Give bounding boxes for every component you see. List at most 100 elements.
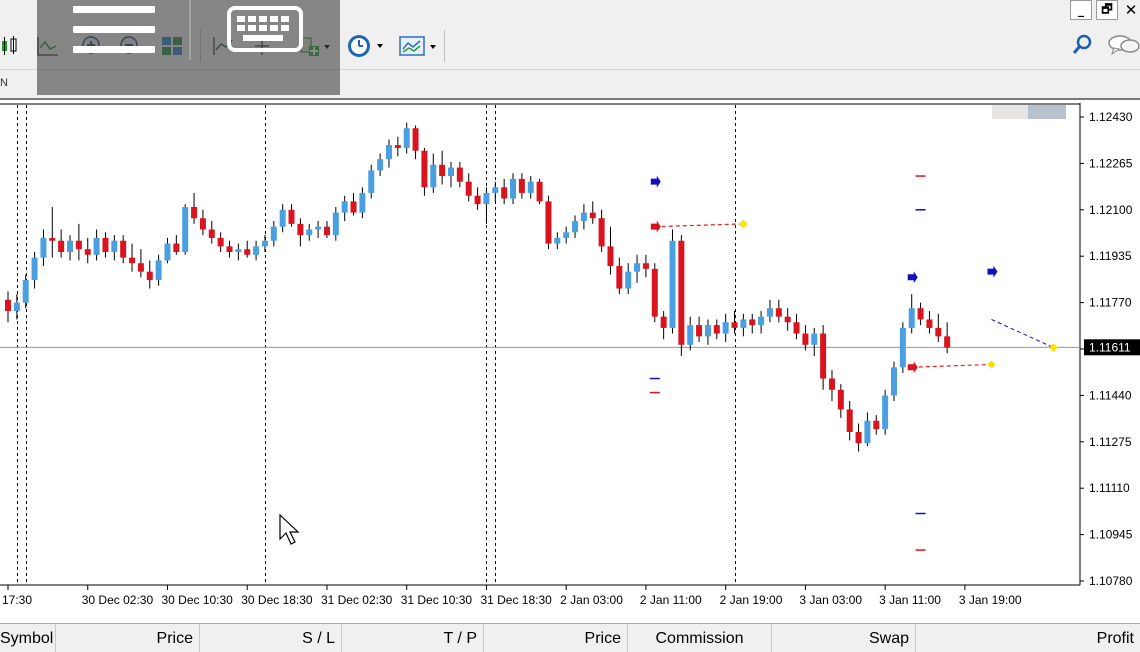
bearish-candle [731, 322, 738, 328]
bullish-candle [315, 226, 322, 230]
column-commission[interactable]: Commission [628, 624, 772, 652]
time-tick-label: 2 Jan 03:00 [560, 593, 623, 607]
bullish-candle [261, 240, 268, 247]
keyboard-icon[interactable] [227, 6, 303, 52]
time-tick-label: 17:30 [2, 593, 32, 607]
bullish-candle [625, 271, 632, 289]
bullish-candle [704, 325, 711, 337]
templates-icon[interactable] [398, 32, 440, 60]
bullish-candle [527, 181, 534, 193]
candlestick-icon[interactable] [0, 32, 24, 60]
bearish-candle [226, 246, 233, 252]
price-tick-label: 1.12100 [1089, 203, 1133, 217]
bearish-candle [793, 322, 800, 334]
column-price[interactable]: Price [56, 624, 200, 652]
bearish-candle [873, 420, 880, 430]
bullish-candle [270, 226, 277, 241]
bullish-candle [341, 201, 348, 213]
bearish-candle [749, 319, 756, 326]
minimize-button[interactable]: _ [1070, 0, 1092, 20]
bullish-candle [31, 257, 38, 281]
restore-button[interactable]: 🗗 [1096, 0, 1118, 20]
bullish-candle [306, 229, 313, 236]
price-tick-label: 1.11275 [1089, 435, 1132, 449]
bullish-candle [235, 249, 242, 252]
bearish-candle [784, 316, 791, 323]
bearish-candle [660, 316, 667, 328]
chart-watermark [992, 105, 1028, 119]
bearish-candle [837, 389, 844, 410]
bullish-candle [164, 243, 171, 261]
bearish-candle [137, 263, 144, 272]
column-take-profit[interactable]: T / P [342, 624, 484, 652]
column-symbol[interactable]: Symbol [0, 624, 56, 652]
bullish-candle [572, 221, 579, 233]
bullish-candle [669, 240, 676, 328]
bearish-candle [84, 249, 91, 255]
bearish-candle [518, 178, 525, 193]
bullish-candle [492, 187, 499, 193]
bullish-candle [182, 206, 189, 252]
chat-icon[interactable] [1106, 31, 1140, 59]
bearish-candle [616, 266, 623, 289]
bearish-candle [244, 249, 251, 255]
bullish-candle [155, 260, 162, 281]
touch-overlay [37, 0, 340, 95]
bullish-candle [722, 322, 729, 334]
terminal-trade-header: Symbol Price S / L T / P Price Commissio… [0, 623, 1140, 652]
bearish-candle [855, 431, 862, 444]
bullish-candle [111, 240, 118, 252]
bearish-candle [678, 240, 685, 345]
time-tick-label: 30 Dec 18:30 [241, 593, 313, 607]
candlestick-chart[interactable]: 1.12430 1.12265 1.12100 1.11935 1.11770 1.114… [0, 103, 1140, 623]
bearish-candle [394, 145, 401, 148]
bearish-candle [651, 268, 658, 317]
bearish-candle [589, 212, 596, 219]
column-stop-loss[interactable]: S / L [200, 624, 342, 652]
bullish-candle [377, 159, 384, 171]
bearish-candle [120, 240, 127, 258]
bullish-candle [766, 308, 773, 317]
time-tick-label: 3 Jan 11:00 [879, 593, 941, 607]
bullish-candle [510, 178, 517, 199]
bearish-candle [944, 336, 951, 348]
bullish-candle [253, 246, 260, 255]
chart-watermark [1028, 105, 1066, 119]
search-icon[interactable] [1070, 31, 1094, 59]
bearish-candle [191, 206, 198, 219]
current-price-label: 1.11611 [1089, 340, 1131, 354]
bullish-candle [891, 367, 897, 396]
bearish-candle [297, 223, 304, 236]
time-tick-label: 31 Dec 02:30 [321, 593, 393, 607]
bullish-candle [22, 280, 29, 303]
bullish-candle [359, 192, 366, 213]
bullish-candle [864, 420, 871, 444]
chart-background [0, 103, 1140, 623]
toolbar-separator [444, 30, 445, 62]
bullish-candle [563, 232, 570, 238]
bearish-candle [217, 237, 224, 247]
bullish-candle [758, 316, 765, 326]
column-current-price[interactable]: Price [484, 624, 628, 652]
bearish-candle [146, 271, 153, 281]
column-swap[interactable]: Swap [772, 624, 916, 652]
row-label: N [0, 77, 8, 89]
close-button[interactable]: ✕ [1122, 0, 1140, 20]
bullish-candle [483, 192, 490, 205]
time-tick-label: 3 Jan 03:00 [799, 593, 862, 607]
bullish-candle [279, 209, 286, 227]
time-tick-label: 31 Dec 10:30 [401, 593, 473, 607]
bearish-candle [536, 181, 543, 202]
menu-icon[interactable] [73, 6, 155, 54]
bearish-candle [802, 333, 809, 345]
bearish-candle [713, 325, 720, 334]
column-profit[interactable]: Profit [916, 624, 1140, 652]
price-chart[interactable]: 1.12430 1.12265 1.12100 1.11935 1.11770 1.114… [0, 103, 1140, 623]
bearish-candle [439, 164, 446, 177]
bullish-candle [332, 212, 339, 236]
clock-icon[interactable] [346, 32, 386, 60]
time-tick-label: 2 Jan 11:00 [640, 593, 702, 607]
price-tick-label: 1.10780 [1089, 574, 1133, 588]
bearish-candle [456, 167, 463, 182]
bullish-candle [430, 164, 437, 188]
